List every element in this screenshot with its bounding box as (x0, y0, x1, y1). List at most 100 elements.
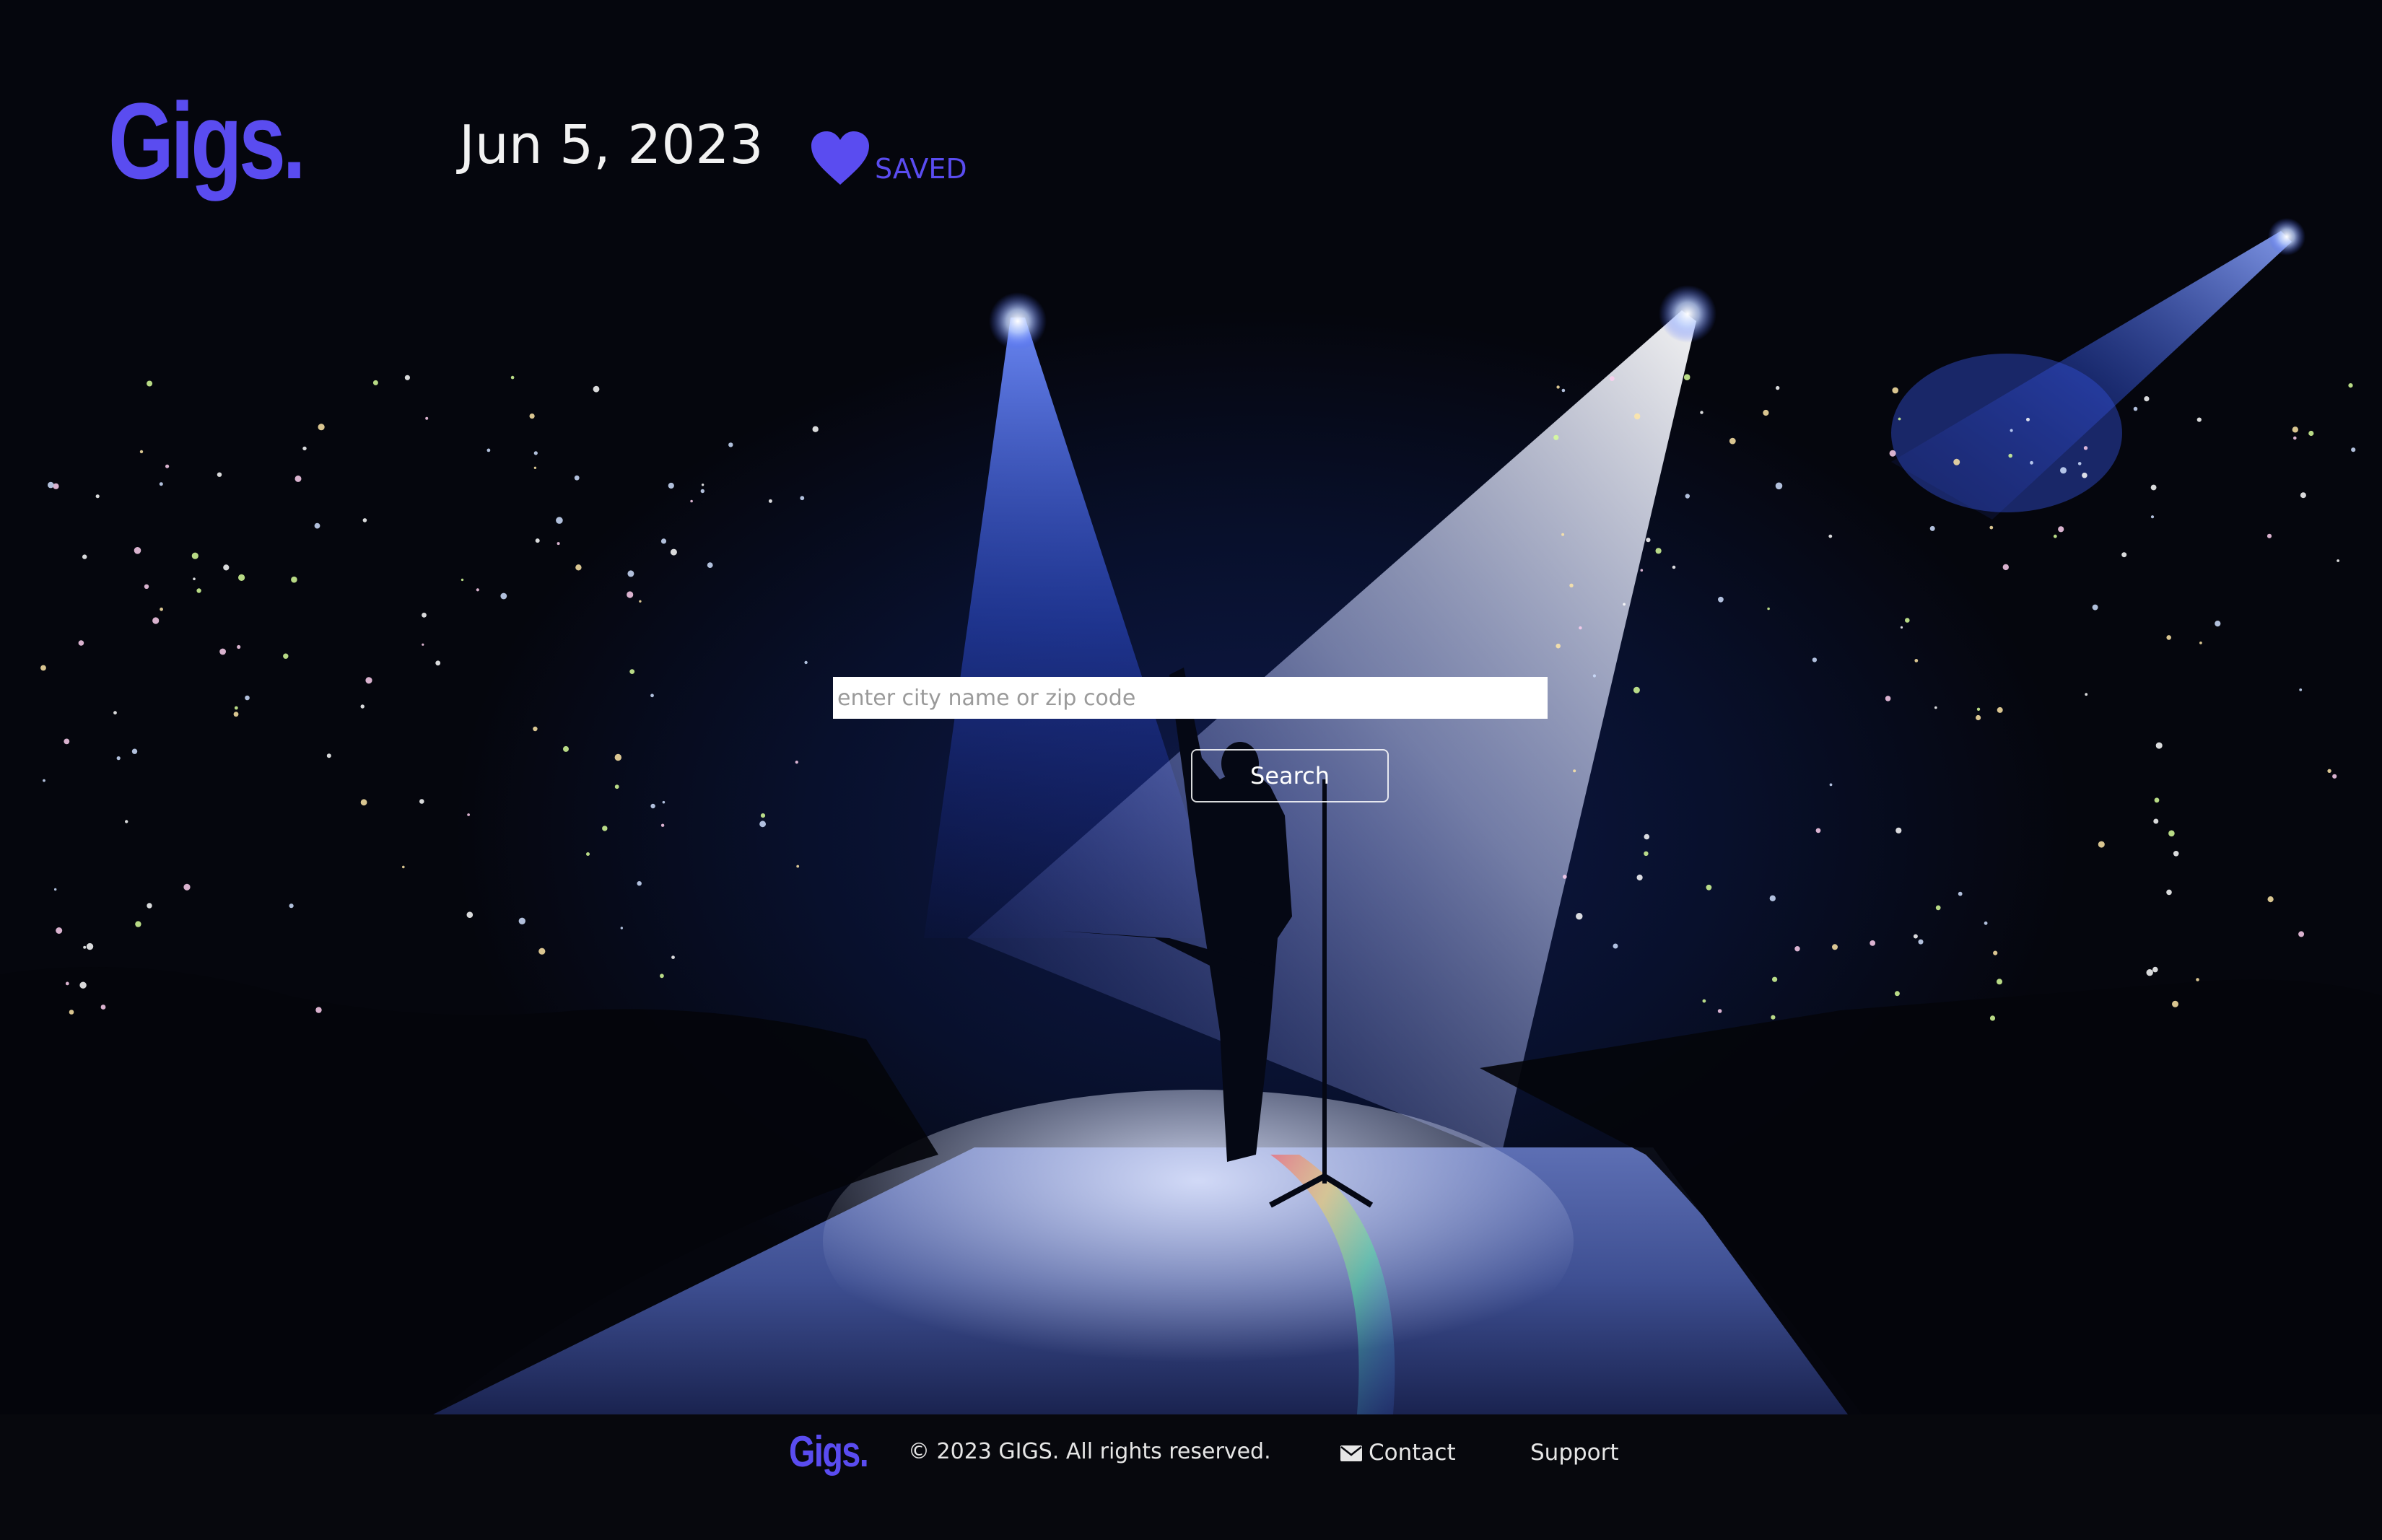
phone-light (1763, 409, 1769, 416)
phone-light (2166, 889, 2172, 896)
phone-light (1640, 569, 1644, 572)
phone-light (1672, 565, 1676, 569)
phone-light (79, 981, 87, 989)
phone-light (1914, 659, 1919, 662)
phone-light (1573, 769, 1576, 773)
phone-light (83, 945, 87, 949)
phone-light (165, 464, 170, 468)
current-date: Jun 5, 2023 (459, 114, 764, 176)
phone-light (1984, 921, 1988, 925)
search-input[interactable] (833, 677, 1548, 719)
phone-light (245, 695, 250, 701)
saved-link[interactable]: SAVED (810, 130, 967, 186)
footer-logo[interactable]: Gigs. (789, 1430, 869, 1474)
phone-light (1729, 437, 1736, 445)
phone-light (2267, 533, 2272, 538)
phone-light (234, 706, 238, 710)
heart-icon (811, 131, 869, 185)
phone-light (1767, 607, 1770, 611)
phone-light (1934, 706, 1937, 709)
phone-light (2083, 446, 2088, 450)
phone-light (620, 927, 623, 929)
phone-light (701, 484, 704, 486)
phone-light (318, 424, 325, 431)
phone-light (2058, 526, 2064, 533)
phone-light (660, 823, 665, 827)
phone-light (1569, 583, 1574, 587)
phone-light (1775, 482, 1783, 490)
gigs-logo[interactable]: Gigs. (108, 87, 306, 195)
phone-light (1556, 385, 1560, 389)
contact-link[interactable]: Contact (1340, 1442, 1456, 1464)
phone-light (95, 494, 100, 499)
phone-light (40, 665, 46, 671)
phone-light (2154, 797, 2160, 803)
phone-light (69, 1010, 74, 1015)
phone-light (2348, 383, 2353, 388)
phone-light (2144, 396, 2150, 402)
phone-light (629, 669, 635, 674)
phone-light (402, 865, 405, 869)
phone-light (759, 821, 766, 828)
phone-light (1683, 374, 1690, 380)
phone-light (518, 917, 525, 925)
phone-light (660, 974, 664, 979)
phone-light (2150, 515, 2155, 519)
phone-light (2060, 467, 2067, 474)
phone-light (2337, 559, 2340, 562)
phone-light (1870, 940, 1876, 946)
phone-light (487, 448, 491, 452)
phone-light (800, 496, 805, 501)
phone-light (2196, 978, 2199, 981)
phone-light (671, 955, 675, 959)
phone-light (1828, 534, 1833, 538)
phone-light (295, 475, 302, 482)
phone-light (2267, 896, 2274, 903)
phone-light (707, 562, 713, 568)
phone-light (575, 564, 582, 571)
phone-light (2153, 818, 2159, 824)
phone-light (2077, 462, 2082, 465)
phone-light (2150, 484, 2157, 491)
phone-light (1935, 905, 1941, 911)
copyright-text: © 2023 GIGS. All rights reserved. (908, 1439, 1271, 1464)
phone-light (2053, 534, 2057, 538)
phone-light (2327, 769, 2331, 774)
phone-light (1717, 1009, 1722, 1013)
phone-light (804, 660, 808, 665)
phone-light (563, 745, 569, 752)
phone-light (533, 466, 537, 469)
phone-light (1702, 999, 1706, 1003)
support-link[interactable]: Support (1530, 1442, 1619, 1464)
phone-light (1772, 976, 1778, 982)
phone-light (291, 576, 297, 583)
phone-light (556, 517, 563, 524)
phone-light (2002, 564, 2009, 571)
phone-light (1685, 494, 1690, 499)
phone-light (2010, 429, 2013, 432)
phone-light (144, 584, 149, 589)
phone-light (538, 948, 546, 955)
phone-light (627, 591, 634, 598)
phone-light (728, 442, 733, 447)
phone-light (2085, 693, 2088, 696)
phone-light (1976, 707, 1981, 711)
phone-light (425, 416, 429, 420)
phone-light (1794, 946, 1800, 952)
phone-light (2173, 851, 2179, 857)
phone-light (1895, 827, 1902, 834)
phone-light (2092, 604, 2098, 611)
search-button[interactable]: Search (1191, 749, 1389, 802)
phone-light (1579, 626, 1582, 630)
phone-light (78, 640, 84, 646)
phone-light (467, 813, 470, 816)
phone-light (2351, 447, 2356, 452)
phone-light (660, 538, 667, 544)
phone-light (1832, 944, 1838, 950)
phone-light (283, 653, 289, 659)
phone-light (637, 881, 642, 886)
phone-light (2299, 688, 2303, 691)
phone-light (1900, 626, 1903, 629)
phone-light (1997, 979, 2002, 985)
phone-light (1885, 696, 1891, 701)
